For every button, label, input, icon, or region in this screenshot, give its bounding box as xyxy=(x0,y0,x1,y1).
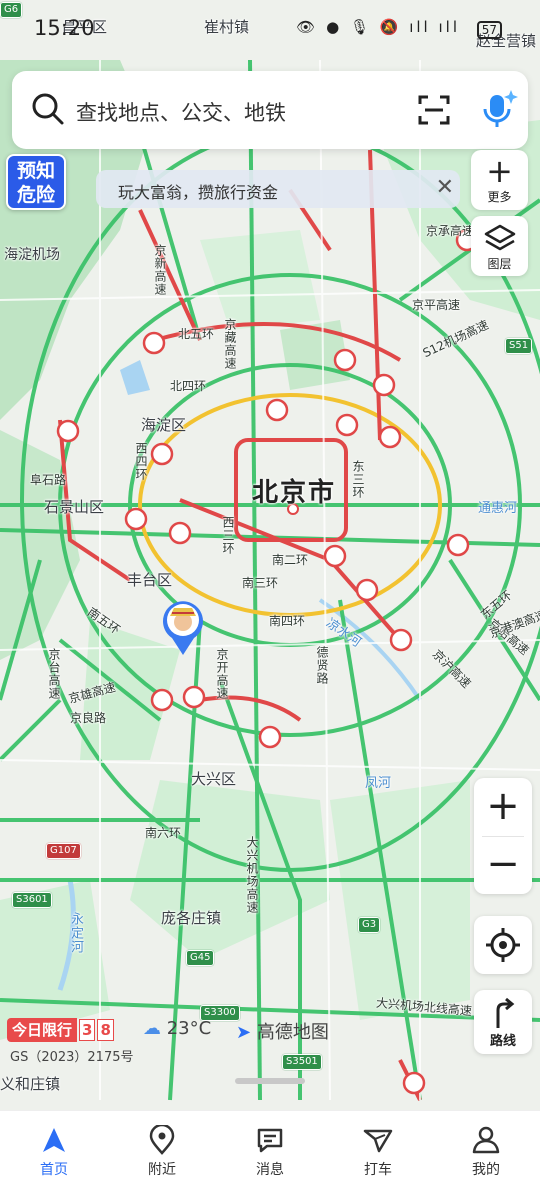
layers-button[interactable]: 图层 xyxy=(471,216,528,276)
app-logo: ➤ 高德地图 xyxy=(236,1018,329,1044)
bottom-tab-bar: 首页 附近 消息 打车 我的 xyxy=(0,1110,540,1188)
logo-text: 高德地图 xyxy=(256,1022,329,1043)
map-label-district: 义和庄镇 xyxy=(0,1075,61,1093)
layers-label: 图层 xyxy=(487,257,512,271)
home-arrow-icon xyxy=(43,1128,65,1152)
map-label-road: 北四环 xyxy=(170,379,207,393)
close-icon[interactable]: ✕ xyxy=(436,175,454,200)
highway-shield: S3501 xyxy=(282,1054,322,1070)
map-label-airport: 海淀机场 xyxy=(4,247,60,263)
crosshair-icon xyxy=(486,928,520,962)
restriction-label: 今日限行 xyxy=(7,1018,78,1042)
map-label-road: 北五环 xyxy=(178,327,215,341)
locate-me-button[interactable] xyxy=(474,916,532,974)
temperature: 23°C xyxy=(166,1018,212,1039)
map-label-district: 丰台区 xyxy=(127,571,173,589)
search-icon[interactable] xyxy=(30,91,66,127)
tab-nearby[interactable]: 附近 xyxy=(117,1125,207,1179)
map-label-road: 南二环 xyxy=(272,553,309,567)
zoom-control: + − xyxy=(474,778,532,894)
map-label-road: 德贤路 xyxy=(315,646,329,685)
map-label-district: 海淀区 xyxy=(141,416,187,434)
promo-tip-text: 玩大富翁，攒旅行资金 xyxy=(118,183,279,202)
tab-messages[interactable]: 消息 xyxy=(225,1125,315,1179)
highway-shield: G45 xyxy=(186,950,215,966)
highway-shield: S51 xyxy=(505,338,533,354)
hazard-badge-line1: 预知 xyxy=(16,160,55,182)
highway-shield: S3601 xyxy=(12,892,52,908)
map-label-road: 南四环 xyxy=(269,614,306,628)
hazard-forecast-badge[interactable]: 预知 危险 xyxy=(6,154,66,210)
search-placeholder[interactable]: 查找地点、公交、地铁 xyxy=(76,97,286,127)
tab-profile[interactable]: 我的 xyxy=(441,1125,531,1179)
more-label: 更多 xyxy=(487,190,512,204)
map-label-road: 京开高速 xyxy=(215,648,229,700)
location-pin-icon xyxy=(149,1125,175,1155)
tab-home[interactable]: 首页 xyxy=(9,1125,99,1179)
battery-indicator: 57 xyxy=(476,21,502,39)
restriction-digit: 8 xyxy=(97,1019,114,1041)
status-time: 15:20 xyxy=(34,16,95,40)
route-button[interactable]: 路线 xyxy=(474,990,532,1054)
map-label-road: 京良路 xyxy=(70,711,107,725)
map-label-road: 西三环 xyxy=(221,516,235,555)
status-icons: 👁 ● 🎙 🔕 ıll ıll xyxy=(296,18,460,36)
map-label-river: 通惠河 xyxy=(478,501,518,516)
map-label-river: 凤河 xyxy=(365,776,392,791)
voice-assistant-icon[interactable] xyxy=(478,87,518,131)
highway-shield: G107 xyxy=(46,843,81,859)
map-label-district: 庞各庄镇 xyxy=(161,909,222,927)
tab-label: 首页 xyxy=(40,1162,68,1178)
profile-icon xyxy=(472,1126,500,1154)
tab-label: 消息 xyxy=(256,1162,284,1178)
map-label-road: 南三环 xyxy=(242,576,279,590)
map-label-road: 京新高速 xyxy=(153,244,167,296)
map-label-district: 大兴区 xyxy=(191,770,237,788)
driving-restriction-badge[interactable]: 今日限行 3 8 xyxy=(7,1017,114,1043)
map-label-road: 京平高速 xyxy=(412,298,461,312)
map-label-road: 东三环 xyxy=(351,460,365,499)
hazard-badge-line2: 危险 xyxy=(16,184,55,206)
restriction-digit: 3 xyxy=(79,1019,96,1041)
map-label-road: 阜石路 xyxy=(30,473,67,487)
map-copyright: GS（2023）2175号 xyxy=(10,1050,134,1065)
route-label: 路线 xyxy=(489,1034,516,1049)
map-label-road: 南六环 xyxy=(145,826,182,840)
scan-icon[interactable] xyxy=(417,93,451,127)
tab-label: 我的 xyxy=(472,1162,500,1178)
plus-icon: + xyxy=(486,152,513,190)
message-icon xyxy=(257,1128,283,1153)
map-label-road: 西四环 xyxy=(134,442,148,481)
map-label-river: 永定河 xyxy=(68,912,83,954)
tab-taxi[interactable]: 打车 xyxy=(333,1125,423,1179)
map-label-district: 石景山区 xyxy=(44,498,105,516)
highway-shield: G3 xyxy=(358,917,381,933)
map-label-road: 京藏高速 xyxy=(223,318,237,370)
layers-icon xyxy=(484,224,515,251)
weather-widget[interactable]: ☁ 23°C xyxy=(143,1018,211,1039)
status-bar: 15:20 👁 ● 🎙 🔕 ıll ıll 57 xyxy=(0,0,540,60)
search-bar[interactable]: 查找地点、公交、地铁 xyxy=(12,71,528,149)
tab-label: 附近 xyxy=(148,1162,176,1178)
zoom-out-button[interactable]: − xyxy=(474,836,532,894)
map-label-city: 北京市 xyxy=(252,478,337,508)
map-label-road: 京承高速 xyxy=(426,224,475,238)
cloud-icon: ☁ xyxy=(143,1018,161,1039)
taxi-icon xyxy=(363,1129,393,1153)
tab-label: 打车 xyxy=(364,1162,392,1178)
map-label-road: 大兴机场高速 xyxy=(245,836,259,914)
zoom-in-button[interactable]: + xyxy=(474,778,532,836)
drag-handle[interactable] xyxy=(235,1078,305,1084)
map-label-road: 京台高速 xyxy=(47,648,61,700)
navigation-arrow-icon: ➤ xyxy=(236,1022,252,1043)
route-arrow-icon xyxy=(496,997,515,1028)
promo-tip[interactable]: 玩大富翁，攒旅行资金 ✕ xyxy=(96,170,460,208)
more-button[interactable]: + 更多 xyxy=(471,150,528,210)
